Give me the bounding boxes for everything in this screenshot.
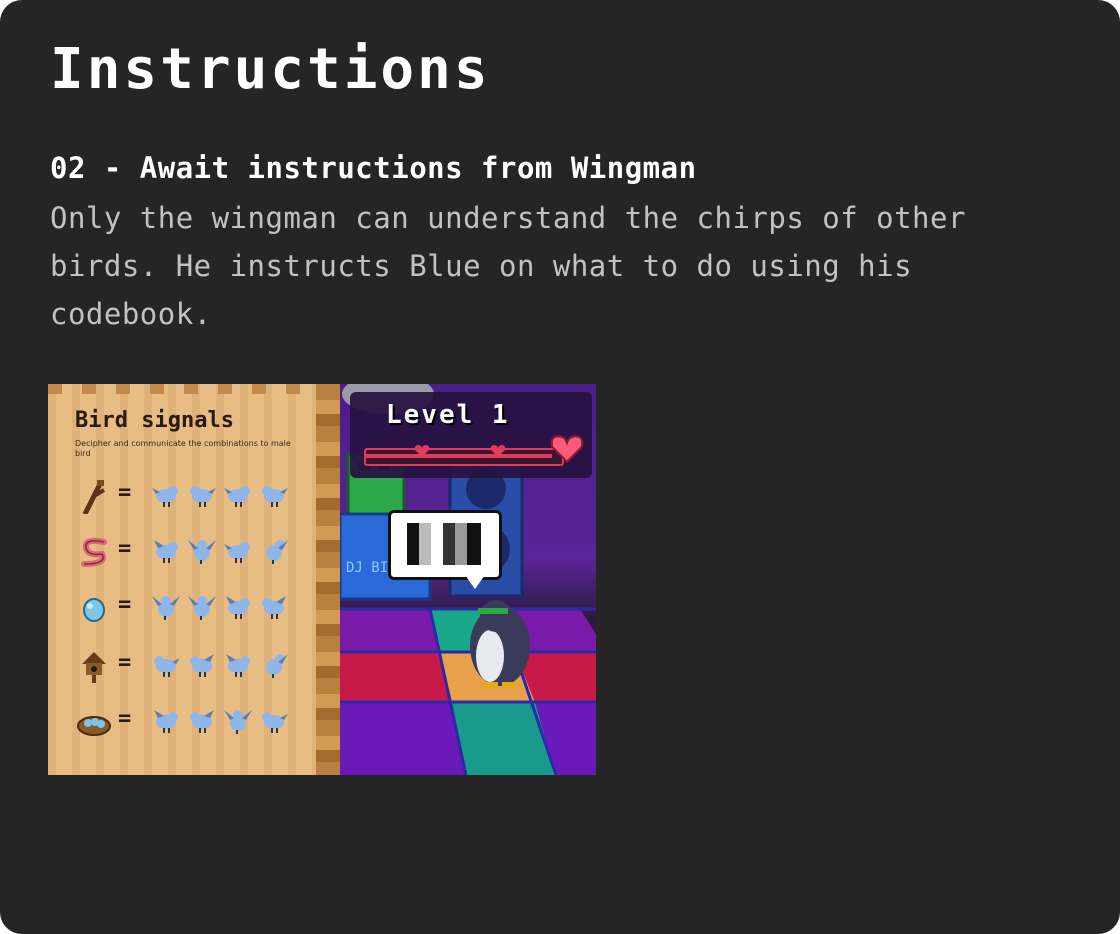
bird-icon xyxy=(224,542,250,563)
bird-icon xyxy=(266,654,288,678)
bird-sequence xyxy=(152,652,296,678)
heart-icon xyxy=(490,445,506,457)
bird-icon xyxy=(190,654,214,677)
signal-row: = xyxy=(76,588,316,628)
bird-icon xyxy=(154,656,180,677)
game-scene: DJ BIRD Level 1 xyxy=(340,384,596,775)
signal-row: = xyxy=(76,476,316,516)
level-label: Level 1 xyxy=(386,400,510,430)
bird-icon xyxy=(224,710,252,734)
page-title: Instructions xyxy=(50,37,491,102)
bird-icon xyxy=(224,486,250,507)
equals-sign: = xyxy=(118,536,132,561)
parchment-border xyxy=(316,384,340,775)
signal-row: = xyxy=(76,702,316,742)
bird-icon xyxy=(190,486,216,507)
bird-icon xyxy=(154,540,178,563)
instructions-card: Instructions 02 - Await instructions fro… xyxy=(0,0,1120,934)
equals-sign: = xyxy=(118,592,132,617)
bird-icon xyxy=(152,486,178,507)
big-heart-icon xyxy=(550,435,584,464)
bird-sequence xyxy=(152,594,296,620)
twig-icon xyxy=(82,480,106,514)
signal-row: = xyxy=(76,646,316,686)
equals-sign: = xyxy=(118,706,132,731)
parchment-border xyxy=(48,384,340,394)
heart-icon xyxy=(414,445,430,457)
bird-icon xyxy=(262,486,288,507)
bird-icon xyxy=(154,710,178,733)
signal-row: = xyxy=(76,532,316,572)
codebook-subtitle: Decipher and communicate the combination… xyxy=(75,439,291,458)
bird-icon xyxy=(262,596,286,619)
birdhouse-icon xyxy=(82,652,106,683)
bird-sequence xyxy=(152,482,296,508)
love-meter xyxy=(364,448,564,466)
bird-icon xyxy=(188,540,216,564)
love-meter-fill xyxy=(366,454,553,458)
signal-code-glyph xyxy=(407,523,481,565)
codebook-title: Bird signals xyxy=(75,408,234,433)
equals-sign: = xyxy=(118,650,132,675)
bird-icon xyxy=(188,596,216,620)
bird-icon xyxy=(266,540,288,564)
nest-icon xyxy=(77,716,111,736)
level-hud: Level 1 xyxy=(350,392,592,478)
egg-icon xyxy=(83,598,105,622)
equals-sign: = xyxy=(118,480,132,505)
step-description: Only the wingman can understand the chir… xyxy=(50,201,966,331)
bird-sequence xyxy=(152,538,296,564)
bird-icon xyxy=(226,596,250,619)
bird-icon xyxy=(262,712,288,733)
bird-icon xyxy=(190,710,214,733)
bird-icon xyxy=(226,654,250,677)
worm-icon xyxy=(81,537,107,567)
bird-sequence xyxy=(152,708,296,734)
gameplay-screenshot: Bird signals Decipher and communicate th… xyxy=(48,384,596,775)
speech-bubble xyxy=(388,510,502,589)
bird-icon xyxy=(152,596,180,620)
codebook-panel: Bird signals Decipher and communicate th… xyxy=(48,384,340,775)
step-title: 02 - Await instructions from Wingman xyxy=(50,151,697,185)
